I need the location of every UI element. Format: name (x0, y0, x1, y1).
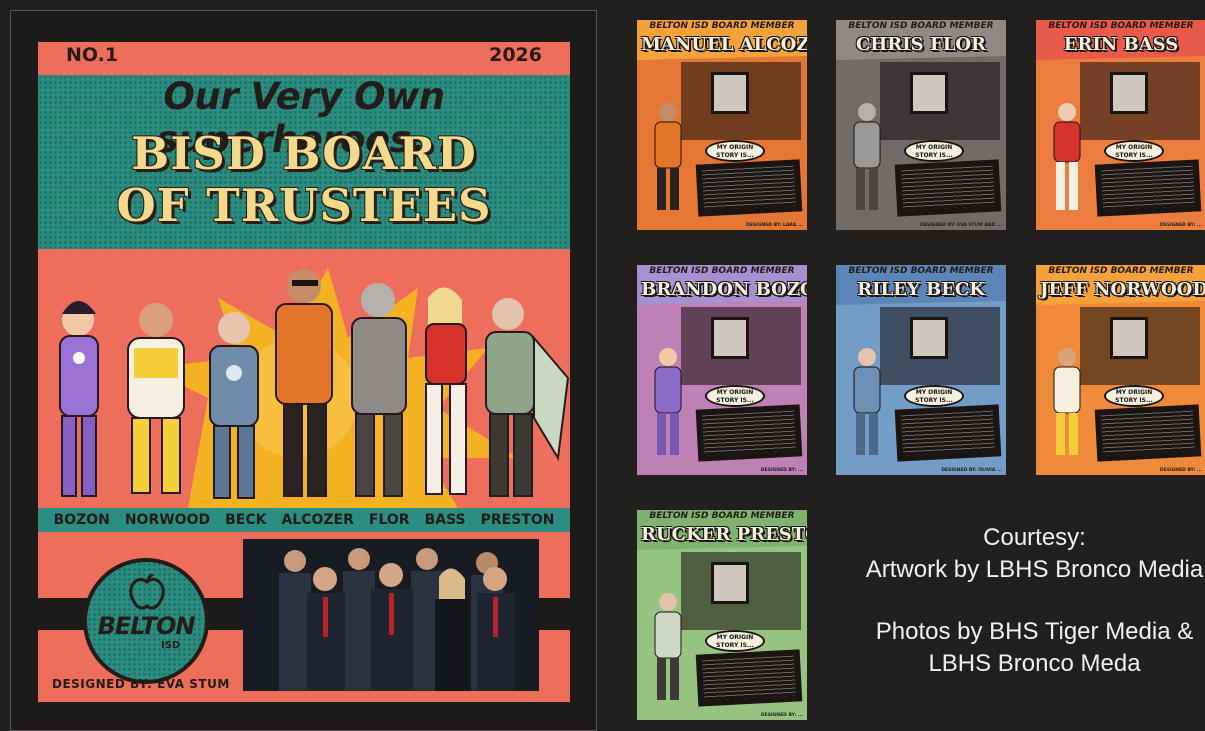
courtesy-artwork-credit: Artwork by LBHS Bronco Media (865, 556, 1204, 583)
thumbnail-alcozer[interactable]: BELTON ISD BOARD MEMBER MANUEL ALCOZER M… (637, 20, 807, 230)
thumb-credit: DESIGNED BY: ... (760, 468, 803, 473)
courtesy-caption: Courtesy: Artwork by LBHS Bronco Media P… (862, 522, 1205, 680)
thumb-credit: DESIGNED BY: LARA ... (746, 223, 803, 228)
board-group-photo (243, 539, 539, 691)
thumb-story-box (695, 649, 803, 707)
title-panel: Our Very Own superheroes... BISD BOARD O… (38, 75, 570, 249)
thumb-member-name: ERIN BASS (1063, 34, 1179, 55)
hero-name: ALCOZER (281, 512, 354, 528)
thumbnail-bozon[interactable]: BELTON ISD BOARD MEMBER BRANDON BOZON MY… (637, 265, 807, 475)
hero-preston (485, 298, 570, 497)
thumb-credit: DESIGNED BY: EVA STUM AND ... (920, 223, 1002, 228)
thumb-member-name: MANUEL ALCOZER (641, 34, 807, 55)
belton-isd-logo: BELTON ISD (83, 558, 209, 684)
thumb-top-label: BELTON ISD BOARD MEMBER (1048, 266, 1194, 276)
thumb-member-name: BRANDON BOZON (641, 279, 807, 300)
thumb-credit: DESIGNED BY: ... (760, 713, 803, 718)
issue-number: NO.1 (66, 44, 119, 66)
thumb-member-name: RILEY BECK (857, 279, 985, 300)
thumbnail-beck[interactable]: BELTON ISD BOARD MEMBER RILEY BECK MY OR… (836, 265, 1006, 475)
thumb-speech-bubble: MY ORIGIN STORY IS... (904, 385, 964, 407)
thumbnail-norwood[interactable]: BELTON ISD BOARD MEMBER JEFF NORWOOD MY … (1036, 265, 1205, 475)
thumb-hero-figure (654, 593, 682, 700)
thumb-hero-figure (853, 348, 881, 455)
thumb-member-name: RUCKER PRESTON (641, 524, 807, 545)
hero-name: PRESTON (480, 512, 555, 528)
thumb-hero-figure (654, 103, 682, 210)
hero-name: NORWOOD (124, 512, 211, 528)
thumb-top-label: BELTON ISD BOARD MEMBER (848, 266, 994, 276)
thumb-top-label: BELTON ISD BOARD MEMBER (649, 21, 795, 31)
courtesy-photo-credit: Photos by BHS Tiger Media & (875, 618, 1194, 645)
thumb-hero-figure (1053, 103, 1081, 210)
hero-name: BOZON (53, 512, 110, 528)
hero-name: BASS (424, 512, 466, 528)
issue-bar: NO.1 2026 (38, 42, 570, 68)
thumb-credit: DESIGNED BY: OLIVIA ... (941, 468, 1002, 473)
comic-cover[interactable]: NO.1 2026 Our Very Own superheroes... BI… (38, 42, 570, 702)
thumb-hero-figure (1053, 348, 1081, 455)
hero-name: BECK (225, 512, 267, 528)
thumbnail-flor[interactable]: BELTON ISD BOARD MEMBER CHRIS FLOR MY OR… (836, 20, 1006, 230)
apple-icon (129, 574, 165, 610)
thumb-speech-bubble: MY ORIGIN STORY IS... (705, 630, 765, 652)
hero-bozon (59, 301, 99, 497)
thumb-member-name: CHRIS FLOR (855, 34, 987, 55)
thumb-story-box (1094, 159, 1202, 217)
thumb-portrait (910, 72, 948, 114)
thumb-credit: DESIGNED BY: ... (1159, 468, 1202, 473)
hero-illustration (38, 258, 570, 508)
cover-title-line1: BISD BOARD (131, 127, 477, 180)
thumb-speech-bubble: MY ORIGIN STORY IS... (904, 140, 964, 162)
hero-norwood (127, 303, 185, 494)
thumb-speech-bubble: MY ORIGIN STORY IS... (705, 385, 765, 407)
courtesy-photo-credit-cont: LBHS Bronco Meda (928, 650, 1141, 677)
thumb-top-label: BELTON ISD BOARD MEMBER (848, 21, 994, 31)
logo-subtext: ISD (161, 640, 181, 651)
thumb-portrait (1110, 72, 1148, 114)
thumb-story-box (1094, 404, 1202, 462)
thumb-portrait (711, 72, 749, 114)
thumb-portrait (1110, 317, 1148, 359)
thumb-top-label: BELTON ISD BOARD MEMBER (649, 266, 795, 276)
thumb-story-box (894, 404, 1002, 462)
thumbnail-bass[interactable]: BELTON ISD BOARD MEMBER ERIN BASS MY ORI… (1036, 20, 1205, 230)
thumb-top-label: BELTON ISD BOARD MEMBER (1048, 21, 1194, 31)
thumb-story-box (695, 159, 803, 217)
thumb-portrait (910, 317, 948, 359)
thumb-story-box (894, 159, 1002, 217)
thumb-credit: DESIGNED BY: ... (1159, 223, 1202, 228)
thumb-portrait (711, 317, 749, 359)
thumb-portrait (711, 562, 749, 604)
thumb-speech-bubble: MY ORIGIN STORY IS... (1104, 385, 1164, 407)
designed-by: DESIGNED BY: EVA STUM (52, 677, 230, 691)
thumb-hero-figure (853, 103, 881, 210)
hero-name: FLOR (368, 512, 410, 528)
thumb-speech-bubble: MY ORIGIN STORY IS... (1104, 140, 1164, 162)
thumb-story-box (695, 404, 803, 462)
hero-name-strip: BOZON NORWOOD BECK ALCOZER FLOR BASS PRE… (38, 508, 570, 532)
thumb-speech-bubble: MY ORIGIN STORY IS... (705, 140, 765, 162)
thumb-member-name: JEFF NORWOOD (1040, 279, 1205, 300)
thumbnail-preston[interactable]: BELTON ISD BOARD MEMBER RUCKER PRESTON M… (637, 510, 807, 720)
issue-year: 2026 (489, 44, 542, 66)
cover-title-line2: OF TRUSTEES (116, 179, 492, 232)
logo-text: BELTON (97, 612, 196, 640)
courtesy-heading: Courtesy: (983, 524, 1086, 551)
thumb-hero-figure (654, 348, 682, 455)
thumb-top-label: BELTON ISD BOARD MEMBER (649, 511, 795, 521)
